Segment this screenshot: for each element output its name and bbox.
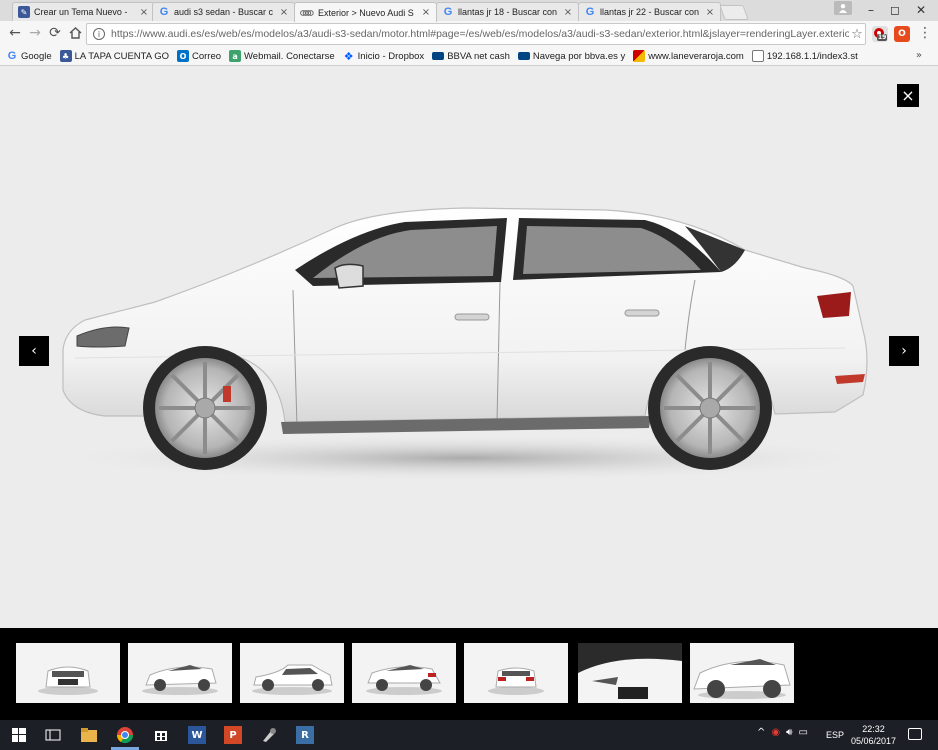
viewer-close-button[interactable]: ×: [897, 84, 919, 107]
tab-title: llantas jr 18 - Buscar con: [458, 7, 558, 17]
network-icon[interactable]: ▭: [798, 727, 807, 738]
tab-crear-tema[interactable]: ✎ Crear un Tema Nuevo - ×: [12, 2, 155, 21]
new-tab-button[interactable]: [719, 5, 749, 20]
thumbnail-rear-three-quarter[interactable]: [352, 643, 456, 703]
system-tray: ^ ◉ 🔊︎ ▭: [757, 727, 808, 738]
word-icon[interactable]: W: [188, 726, 206, 744]
bookmark-correo[interactable]: O Correo: [176, 50, 221, 62]
tab-llantas-22[interactable]: G llantas jr 22 - Buscar con ×: [578, 2, 721, 21]
cms-icon: ✎: [18, 6, 30, 18]
nevera-icon: [633, 50, 646, 62]
info-icon[interactable]: i: [93, 28, 105, 40]
bookmark-dropbox[interactable]: ❖ Inicio - Dropbox: [343, 49, 424, 63]
menu-icon[interactable]: ⋮: [916, 24, 934, 42]
dropbox-icon: ❖: [343, 49, 354, 63]
tab-exterior[interactable]: Exterior > Nuevo Audi S ×: [294, 2, 437, 22]
bookmark-bbva-netcash[interactable]: BBVA net cash: [432, 51, 510, 62]
bookmark-webmail[interactable]: a Webmail. Conectarse: [229, 50, 335, 62]
page-icon: [751, 50, 764, 62]
clock-time: 22:32: [862, 724, 885, 734]
store-icon[interactable]: [152, 726, 170, 744]
back-arrow-icon[interactable]: ←: [6, 24, 24, 42]
tab-title: llantas jr 22 - Buscar con: [600, 7, 700, 17]
reload-icon[interactable]: ⟳: [46, 24, 64, 42]
chrome-icon[interactable]: [116, 726, 134, 744]
webmail-icon: a: [229, 50, 242, 62]
outlook-icon: O: [176, 50, 189, 62]
bookmark-laneveraroja[interactable]: www.laneveraroja.com: [633, 50, 744, 62]
google-icon: G: [585, 6, 595, 18]
powerpoint-icon[interactable]: P: [224, 726, 242, 744]
close-icon[interactable]: ×: [420, 7, 432, 18]
bookmark-google[interactable]: G Google: [6, 50, 52, 62]
audi-icon: [300, 7, 314, 19]
extension-lastpass-icon[interactable]: 19: [872, 26, 888, 42]
thumbnail-detail-three-quarter[interactable]: [690, 643, 794, 703]
close-icon[interactable]: ×: [138, 7, 150, 18]
tab-audi-search[interactable]: G audi s3 sedan - Buscar c ×: [152, 2, 295, 21]
paint-icon[interactable]: [260, 726, 278, 744]
extension-badge: 19: [877, 34, 888, 41]
tab-strip: ✎ Crear un Tema Nuevo - × G audi s3 seda…: [0, 0, 938, 22]
thumbnail-front-three-quarter[interactable]: [128, 643, 232, 703]
thumbnail-front[interactable]: [16, 643, 120, 703]
thumbnail-side[interactable]: [240, 643, 344, 703]
windows-start-icon[interactable]: [10, 726, 28, 744]
clock-date: 05/06/2017: [850, 736, 896, 746]
rear-wheel: [648, 346, 772, 470]
task-view-icon[interactable]: [44, 726, 62, 744]
close-icon[interactable]: ×: [704, 7, 716, 18]
home-icon[interactable]: [66, 24, 84, 42]
thumbnail-rear[interactable]: [464, 643, 568, 703]
thumbnail-detail-front[interactable]: [578, 643, 682, 703]
language-indicator[interactable]: ESP: [826, 730, 844, 740]
volume-icon[interactable]: 🔊︎: [786, 727, 792, 738]
address-bar[interactable]: i https://www.audi.es/es/web/es/modelos/…: [86, 23, 866, 45]
close-icon[interactable]: ×: [562, 7, 574, 18]
bookmark-router[interactable]: 192.168.1.1/index3.st: [751, 50, 858, 62]
tab-title: Crear un Tema Nuevo -: [34, 7, 128, 17]
next-image-button[interactable]: ›: [889, 336, 919, 366]
chevron-up-icon[interactable]: ^: [757, 727, 765, 738]
bbva-icon: [432, 52, 445, 60]
front-wheel: [143, 346, 267, 470]
bookmarks-overflow-icon[interactable]: »: [916, 50, 922, 61]
remote-app-icon[interactable]: R: [296, 726, 314, 744]
bookmark-la-tapa[interactable]: ♣ LA TAPA CUENTA GO: [59, 50, 169, 62]
windows-taskbar: W P R ^ ◉ 🔊︎ ▭ ESP 22:32 05/06/2017: [0, 720, 938, 750]
tab-title: audi s3 sedan - Buscar c: [174, 7, 274, 17]
tab-title: Exterior > Nuevo Audi S: [318, 7, 414, 18]
clock[interactable]: 22:32 05/06/2017: [851, 723, 896, 747]
bookmark-star-icon[interactable]: ☆: [849, 27, 865, 42]
thumbnail-strip: [0, 628, 938, 720]
browser-toolbar: ← → ⟳ i https://www.audi.es/es/web/es/mo…: [0, 21, 938, 47]
antivirus-icon[interactable]: ◉: [771, 727, 780, 738]
bookmarks-bar: G Google ♣ LA TAPA CUENTA GO O Correo a …: [0, 47, 938, 66]
bookmark-bbva-navega[interactable]: Navega por bbva.es y: [517, 51, 625, 62]
office-icon[interactable]: O: [894, 26, 910, 42]
window-close-button[interactable]: ✕: [906, 0, 936, 20]
tab-llantas-18[interactable]: G llantas jr 18 - Buscar con ×: [436, 2, 579, 21]
forward-arrow-icon[interactable]: →: [26, 24, 44, 42]
car-side-view-image: [45, 190, 885, 493]
google-icon: G: [159, 6, 169, 18]
file-explorer-icon[interactable]: [80, 726, 98, 744]
google-icon: G: [443, 6, 453, 18]
bbva-icon: [517, 52, 530, 60]
profile-icon[interactable]: [834, 1, 852, 15]
bookmark-icon: ♣: [59, 50, 72, 62]
google-icon: G: [7, 50, 17, 62]
url-text: https://www.audi.es/es/web/es/modelos/a3…: [111, 28, 849, 40]
notification-icon[interactable]: [908, 728, 922, 740]
close-icon[interactable]: ×: [278, 7, 290, 18]
